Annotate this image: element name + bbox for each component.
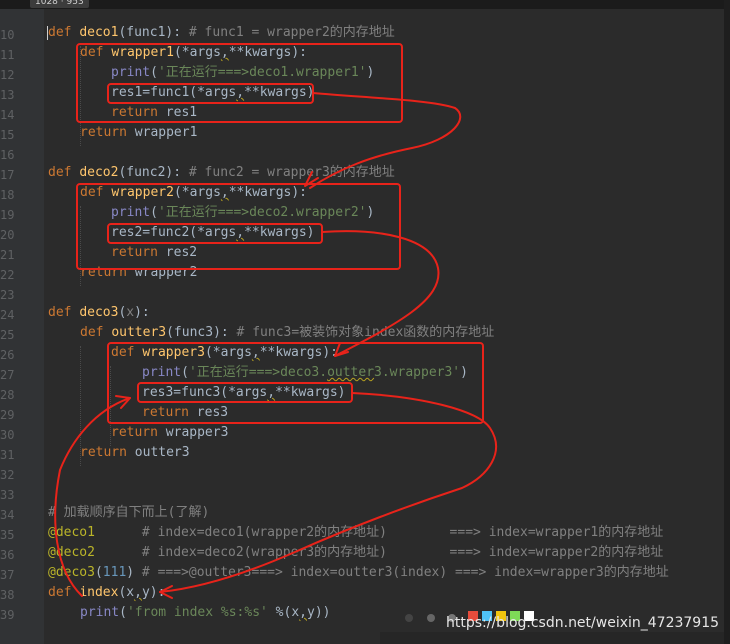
res1-box [107,83,314,104]
toolbar-dot[interactable] [427,614,435,622]
watermark: https://blog.csdn.net/weixin_47237915 [446,615,720,631]
red-annotations [54,43,497,599]
bottom-strip [380,632,724,644]
arrow-res1-to-wrapper2 [309,92,462,189]
arrow-res2-to-wrapper3 [321,230,440,357]
arrow-index-up [54,397,131,597]
res2-box [107,223,323,244]
res3-box [137,382,353,403]
wrapper2-box [76,183,401,270]
toolbar-dot[interactable] [405,614,413,622]
